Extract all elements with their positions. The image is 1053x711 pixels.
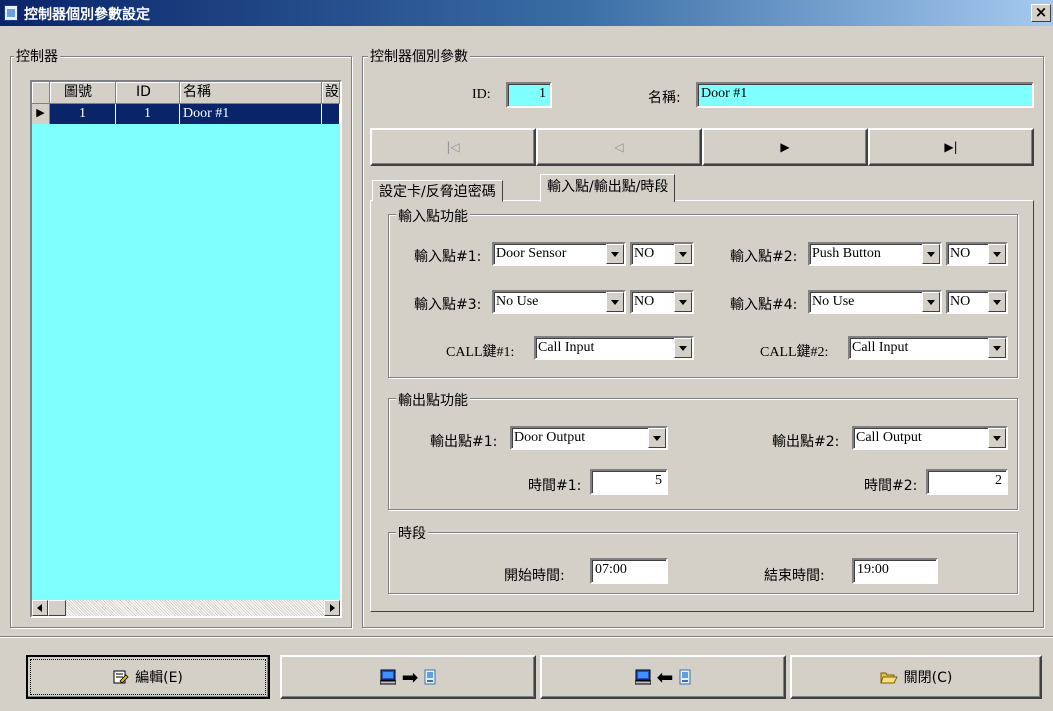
chevron-down-icon[interactable] bbox=[648, 428, 666, 448]
close-window-button[interactable]: × bbox=[1031, 4, 1051, 22]
name-field[interactable]: Door #1 bbox=[696, 82, 1034, 108]
cell-extra bbox=[322, 104, 340, 124]
output2-label: 輸出點#2: bbox=[772, 434, 840, 450]
input2-label: 輸入點#2: bbox=[730, 249, 798, 265]
start-time-label: 開始時間: bbox=[504, 568, 565, 584]
id-label: ID: bbox=[472, 87, 491, 102]
chevron-down-icon[interactable] bbox=[988, 338, 1006, 358]
window-title: 控制器個別參數設定 bbox=[24, 7, 150, 23]
grid-header: 圖號 ID 名稱 設 bbox=[32, 82, 340, 104]
input4-label: 輸入點#4: bbox=[730, 297, 798, 313]
time2-label: 時間#2: bbox=[864, 478, 918, 494]
params-group-label: 控制器個別參數 bbox=[368, 46, 470, 66]
column-header-extra[interactable]: 設 bbox=[322, 82, 340, 104]
header-indicator-cell bbox=[32, 82, 50, 104]
input1-select[interactable]: Door Sensor bbox=[492, 242, 626, 266]
close-button[interactable]: 關閉(C) bbox=[790, 655, 1042, 699]
bottom-separator bbox=[0, 636, 1053, 638]
last-record-button[interactable]: ▶| bbox=[868, 128, 1034, 166]
grid-body bbox=[32, 82, 340, 616]
scroll-left-icon[interactable] bbox=[32, 600, 48, 616]
right-arrow-icon: ➡ bbox=[401, 665, 419, 689]
controller-grid[interactable]: 圖號 ID 名稱 設 ▶ 1 1 Door #1 bbox=[30, 80, 342, 618]
close-button-label: 關閉(C) bbox=[903, 670, 953, 686]
call1-label: CALL鍵#1: bbox=[446, 345, 515, 360]
cell-id: 1 bbox=[116, 104, 180, 124]
first-record-button[interactable]: |◁ bbox=[370, 128, 536, 166]
tab-card-password[interactable]: 設定卡/反脅迫密碼 bbox=[372, 180, 503, 202]
title-bar bbox=[0, 0, 1053, 26]
input2-mode-select[interactable]: NO bbox=[946, 242, 1008, 266]
table-row[interactable]: ▶ 1 1 Door #1 bbox=[32, 104, 340, 124]
cell-no: 1 bbox=[50, 104, 116, 124]
chevron-down-icon[interactable] bbox=[988, 244, 1006, 264]
chevron-down-icon[interactable] bbox=[988, 428, 1006, 448]
row-indicator: ▶ bbox=[32, 104, 50, 124]
last-icon: ▶| bbox=[944, 140, 958, 154]
time1-label: 時間#1: bbox=[528, 478, 582, 494]
end-time-field[interactable]: 19:00 bbox=[852, 558, 938, 584]
call2-label: CALL鍵#2: bbox=[760, 345, 829, 360]
output-points-label: 輸出點功能 bbox=[396, 390, 470, 410]
input4-mode-select[interactable]: NO bbox=[946, 290, 1008, 314]
id-field[interactable]: 1 bbox=[506, 82, 552, 108]
time2-field[interactable]: 2 bbox=[926, 469, 1008, 495]
start-time-field[interactable]: 07:00 bbox=[590, 558, 668, 584]
output1-label: 輸出點#1: bbox=[430, 434, 498, 450]
computer-icon bbox=[379, 669, 397, 685]
output2-select[interactable]: Call Output bbox=[852, 426, 1008, 450]
cell-name: Door #1 bbox=[180, 104, 322, 124]
horizontal-scrollbar[interactable] bbox=[32, 600, 340, 616]
chevron-down-icon[interactable] bbox=[674, 338, 692, 358]
left-arrow-icon: ⬅ bbox=[656, 665, 674, 689]
input3-mode-select[interactable]: NO bbox=[630, 290, 694, 314]
output1-select[interactable]: Door Output bbox=[510, 426, 668, 450]
chevron-down-icon[interactable] bbox=[674, 244, 692, 264]
app-icon bbox=[4, 5, 18, 21]
controller-group-label: 控制器 bbox=[14, 46, 60, 66]
time1-field[interactable]: 5 bbox=[590, 469, 668, 495]
controller-icon bbox=[424, 669, 436, 685]
prev-icon: ◁ bbox=[614, 140, 624, 154]
chevron-down-icon[interactable] bbox=[606, 292, 624, 312]
scroll-thumb[interactable] bbox=[48, 600, 66, 616]
input3-label: 輸入點#3: bbox=[414, 297, 482, 313]
edit-icon bbox=[113, 669, 129, 685]
input-points-label: 輸入點功能 bbox=[396, 206, 470, 226]
controller-icon bbox=[679, 669, 691, 685]
input4-select[interactable]: No Use bbox=[808, 290, 942, 314]
chevron-down-icon[interactable] bbox=[606, 244, 624, 264]
column-header-name[interactable]: 名稱 bbox=[180, 82, 322, 104]
call2-select[interactable]: Call Input bbox=[848, 336, 1008, 360]
next-record-button[interactable]: ▶ bbox=[702, 128, 868, 166]
input1-mode-select[interactable]: NO bbox=[630, 242, 694, 266]
end-time-label: 結束時間: bbox=[764, 568, 825, 584]
open-folder-icon bbox=[879, 669, 898, 685]
next-icon: ▶ bbox=[780, 140, 790, 154]
column-header-no[interactable]: 圖號 bbox=[50, 82, 116, 104]
name-label: 名稱: bbox=[648, 90, 681, 106]
chevron-down-icon[interactable] bbox=[922, 292, 940, 312]
input2-select[interactable]: Push Button bbox=[808, 242, 942, 266]
edit-button-label: 編輯(E) bbox=[135, 670, 183, 686]
call1-select[interactable]: Call Input bbox=[534, 336, 694, 360]
scroll-right-icon[interactable] bbox=[324, 600, 340, 616]
prev-record-button[interactable]: ◁ bbox=[536, 128, 702, 166]
download-from-controller-button[interactable]: ⬅ bbox=[540, 655, 786, 699]
output-points-group bbox=[388, 398, 1018, 510]
computer-icon bbox=[634, 669, 652, 685]
input3-select[interactable]: No Use bbox=[492, 290, 626, 314]
input1-label: 輸入點#1: bbox=[414, 249, 482, 265]
time-period-label: 時段 bbox=[396, 523, 428, 543]
edit-button[interactable]: 編輯(E) bbox=[26, 655, 270, 699]
chevron-down-icon[interactable] bbox=[988, 292, 1006, 312]
first-icon: |◁ bbox=[446, 140, 460, 154]
tab-io-time[interactable]: 輸入點/輸出點/時段 bbox=[540, 174, 676, 202]
column-header-id[interactable]: ID bbox=[116, 82, 180, 104]
chevron-down-icon[interactable] bbox=[922, 244, 940, 264]
upload-to-controller-button[interactable]: ➡ bbox=[280, 655, 536, 699]
chevron-down-icon[interactable] bbox=[674, 292, 692, 312]
